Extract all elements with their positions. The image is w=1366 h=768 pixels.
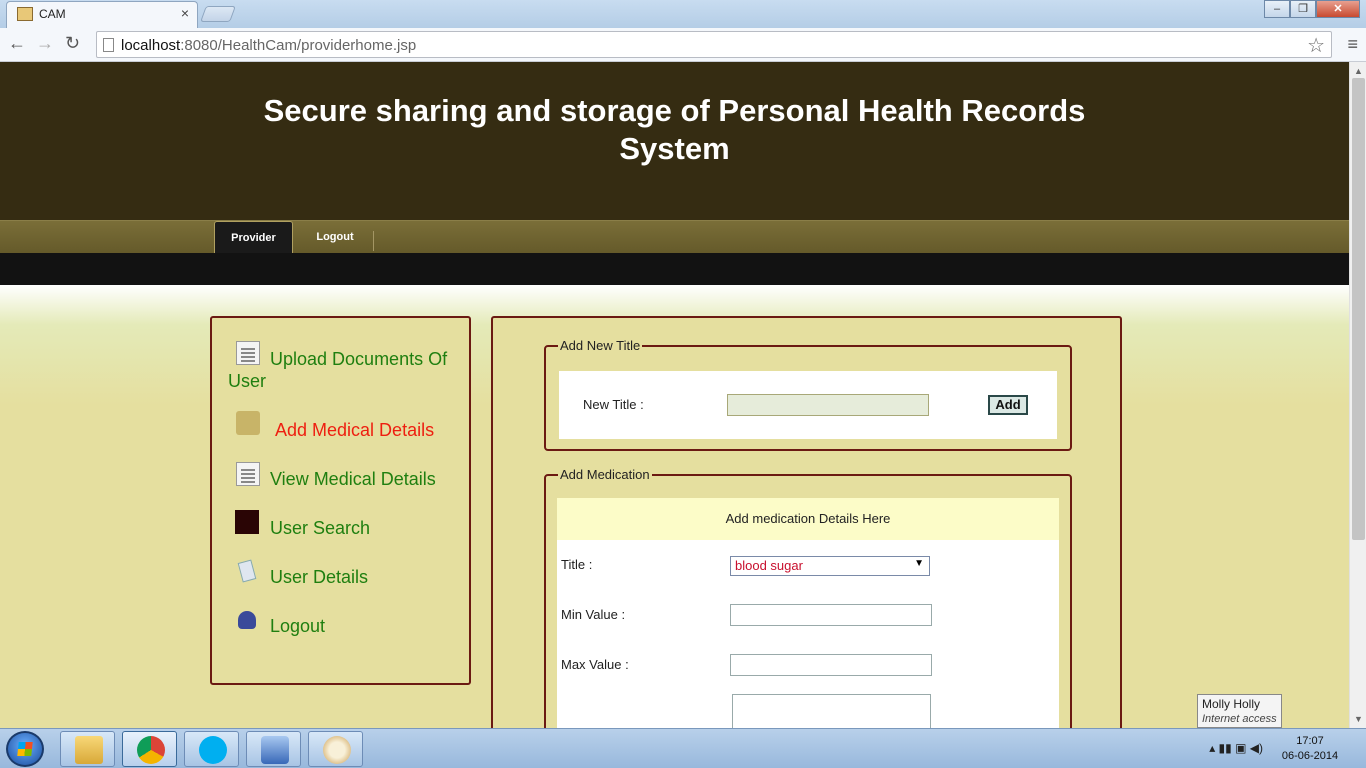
system-tray: ▴ ▮▮ ▣ ◀) 17:07 06-06-2014	[1138, 729, 1358, 768]
scroll-down-arrow-icon[interactable]: ▼	[1354, 714, 1363, 724]
max-value-input[interactable]	[730, 654, 932, 676]
title-label: Title :	[561, 557, 593, 572]
window-controls: – ❐ ✕	[1264, 0, 1360, 18]
nav-underband	[0, 253, 1349, 285]
close-window-button[interactable]: ✕	[1316, 0, 1360, 18]
browser-toolbar: ← → ↻ localhost:8080/HealthCam/providerh…	[0, 28, 1366, 62]
taskbar-virtualbox[interactable]	[246, 731, 301, 767]
dropdown-arrow-icon: ▼	[914, 558, 924, 569]
page-scrollbar[interactable]: ▲ ▼	[1349, 62, 1366, 728]
taskbar-paint[interactable]	[308, 731, 363, 767]
tab-title: CAM	[39, 7, 66, 21]
site-header: Secure sharing and storage of Personal H…	[0, 62, 1349, 220]
start-button[interactable]	[6, 731, 44, 767]
medication-heading: Add medication Details Here	[557, 498, 1059, 540]
scroll-thumb[interactable]	[1352, 78, 1365, 540]
add-title-fieldset: Add New Title New Title : Add	[544, 338, 1072, 451]
taskbar-skype[interactable]	[184, 731, 239, 767]
paint-palette-icon	[323, 736, 351, 764]
forward-arrow-icon[interactable]: →	[36, 33, 54, 54]
main-panel: Add New Title New Title : Add Add Medica…	[491, 316, 1122, 728]
new-title-label: New Title :	[583, 397, 644, 412]
title-select[interactable]: blood sugar ▼	[730, 556, 930, 576]
nav-tab-logout[interactable]: Logout	[296, 221, 374, 254]
chrome-icon	[137, 736, 165, 764]
max-value-label: Max Value :	[561, 657, 629, 672]
document-icon	[236, 341, 260, 365]
nav-tab-provider[interactable]: Provider	[214, 221, 293, 254]
network-tooltip: Molly Holly Internet access	[1197, 694, 1282, 728]
add-title-button[interactable]: Add	[988, 395, 1028, 415]
page-icon	[103, 38, 114, 52]
page-viewport: Secure sharing and storage of Personal H…	[0, 62, 1366, 728]
tray-icons[interactable]: ▴ ▮▮ ▣ ◀)	[1209, 741, 1263, 755]
address-bar[interactable]: localhost:8080/HealthCam/providerhome.js…	[96, 31, 1332, 58]
new-tab-button[interactable]	[200, 6, 236, 22]
user-icon	[238, 611, 256, 629]
browser-tab[interactable]: CAM ×	[6, 1, 198, 28]
tray-clock[interactable]: 17:07 06-06-2014	[1280, 734, 1340, 764]
nav-divider	[373, 231, 374, 251]
windows-taskbar: ▴ ▮▮ ▣ ◀) 17:07 06-06-2014	[0, 728, 1366, 768]
browser-titlebar: CAM × – ❐ ✕	[0, 0, 1366, 28]
site-title: Secure sharing and storage of Personal H…	[263, 93, 1086, 166]
back-arrow-icon[interactable]: ←	[8, 33, 26, 54]
minimize-button[interactable]: –	[1264, 0, 1290, 18]
url-text: localhost:8080/HealthCam/providerhome.js…	[121, 37, 417, 54]
add-medication-legend: Add Medication	[558, 467, 652, 482]
windows-logo-icon	[17, 742, 33, 756]
add-title-legend: Add New Title	[558, 338, 643, 353]
taskbar-explorer[interactable]	[60, 731, 115, 767]
folder-icon	[75, 736, 103, 764]
tab-close-icon[interactable]: ×	[181, 5, 189, 21]
cube-icon	[261, 736, 289, 764]
dark-square-icon	[235, 510, 259, 534]
reload-icon[interactable]: ↻	[65, 33, 80, 54]
browser-menu-icon[interactable]: ≡	[1347, 34, 1358, 55]
doctor-icon	[236, 411, 260, 435]
clipboard-icon	[237, 559, 257, 583]
add-medication-fieldset: Add Medication Add medication Details He…	[544, 467, 1072, 728]
page-content: Upload Documents Of User Add Medical Det…	[0, 285, 1349, 728]
skype-icon	[199, 736, 227, 764]
favicon-icon	[17, 7, 33, 21]
add-title-box: New Title : Add	[559, 371, 1057, 439]
add-medication-box: Add medication Details Here Title : bloo…	[557, 498, 1059, 728]
min-value-input[interactable]	[730, 604, 932, 626]
bookmark-star-icon[interactable]: ☆	[1307, 33, 1325, 58]
taskbar-chrome[interactable]	[122, 731, 177, 767]
maximize-button[interactable]: ❐	[1290, 0, 1316, 18]
document-icon	[236, 462, 260, 486]
new-title-input[interactable]	[727, 394, 929, 416]
min-value-label: Min Value :	[561, 607, 626, 622]
description-textarea[interactable]	[732, 694, 931, 728]
sidebar-menu: Upload Documents Of User Add Medical Det…	[210, 316, 471, 685]
scroll-up-arrow-icon[interactable]: ▲	[1354, 66, 1363, 76]
main-nav: Provider Logout	[0, 220, 1349, 254]
